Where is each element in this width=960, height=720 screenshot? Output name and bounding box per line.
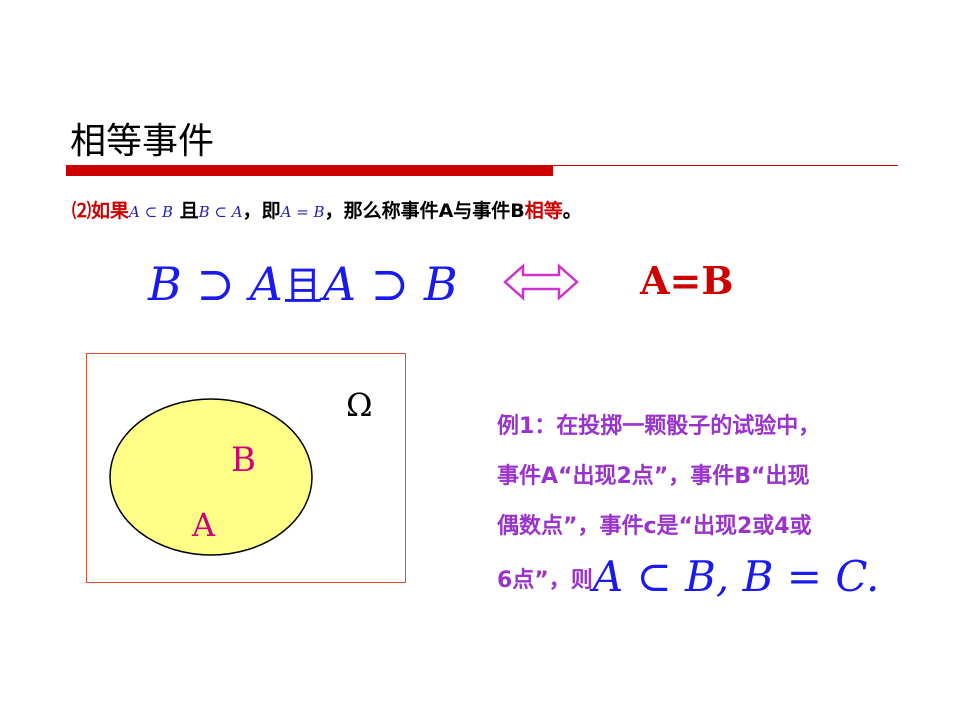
definition-conj: 且 [172, 200, 199, 222]
example-line-3: 偶数点”，事件c是“出现2或4或 [497, 514, 812, 539]
definition-mid: ，即 [242, 200, 281, 222]
example-text: 例1：在投掷一颗骰子的试验中， 事件A“出现2点”，事件B“出现 偶数点”，事件… [497, 402, 917, 602]
double-arrow-icon [503, 263, 579, 301]
example-line-4-prefix: 6点”，则 [497, 568, 593, 593]
definition-math-3: A = B [280, 203, 325, 221]
title-underline-thin [553, 165, 898, 166]
omega-label: Ω [346, 386, 373, 424]
definition-prefix: ⑵如果 [72, 200, 130, 222]
title-underline-thick [66, 165, 553, 176]
definition-suffix: ，那么称事件A与事件B [324, 200, 525, 222]
definition-text: ⑵如果A ⊂ B 且B ⊂ A，即A = B，那么称事件A与事件B相等。 [72, 196, 582, 223]
venn-label-a: A [192, 506, 216, 544]
slide-title: 相等事件 [70, 121, 215, 162]
definition-end: 。 [562, 200, 582, 222]
formula-left: B ⊃ A且A ⊃ B [148, 254, 458, 312]
formula-result: A=B [640, 258, 734, 303]
venn-label-b: B [231, 440, 256, 480]
definition-math-2: B ⊂ A [198, 203, 243, 221]
example-line-2: 事件A“出现2点”，事件B“出现 [497, 464, 810, 489]
formula-conj: 且 [282, 264, 323, 310]
definition-highlight: 相等 [524, 200, 563, 222]
example-line-1: 例1：在投掷一颗骰子的试验中， [497, 414, 821, 439]
formula-part-2: A ⊃ B [322, 257, 458, 311]
example-math: A ⊂ B, B = C. [592, 552, 880, 601]
example-line-4: 6点”，则A ⊂ B, B = C. [497, 552, 917, 602]
formula-part-1: B ⊃ A [148, 257, 283, 311]
definition-math-1: A ⊂ B [129, 203, 173, 221]
